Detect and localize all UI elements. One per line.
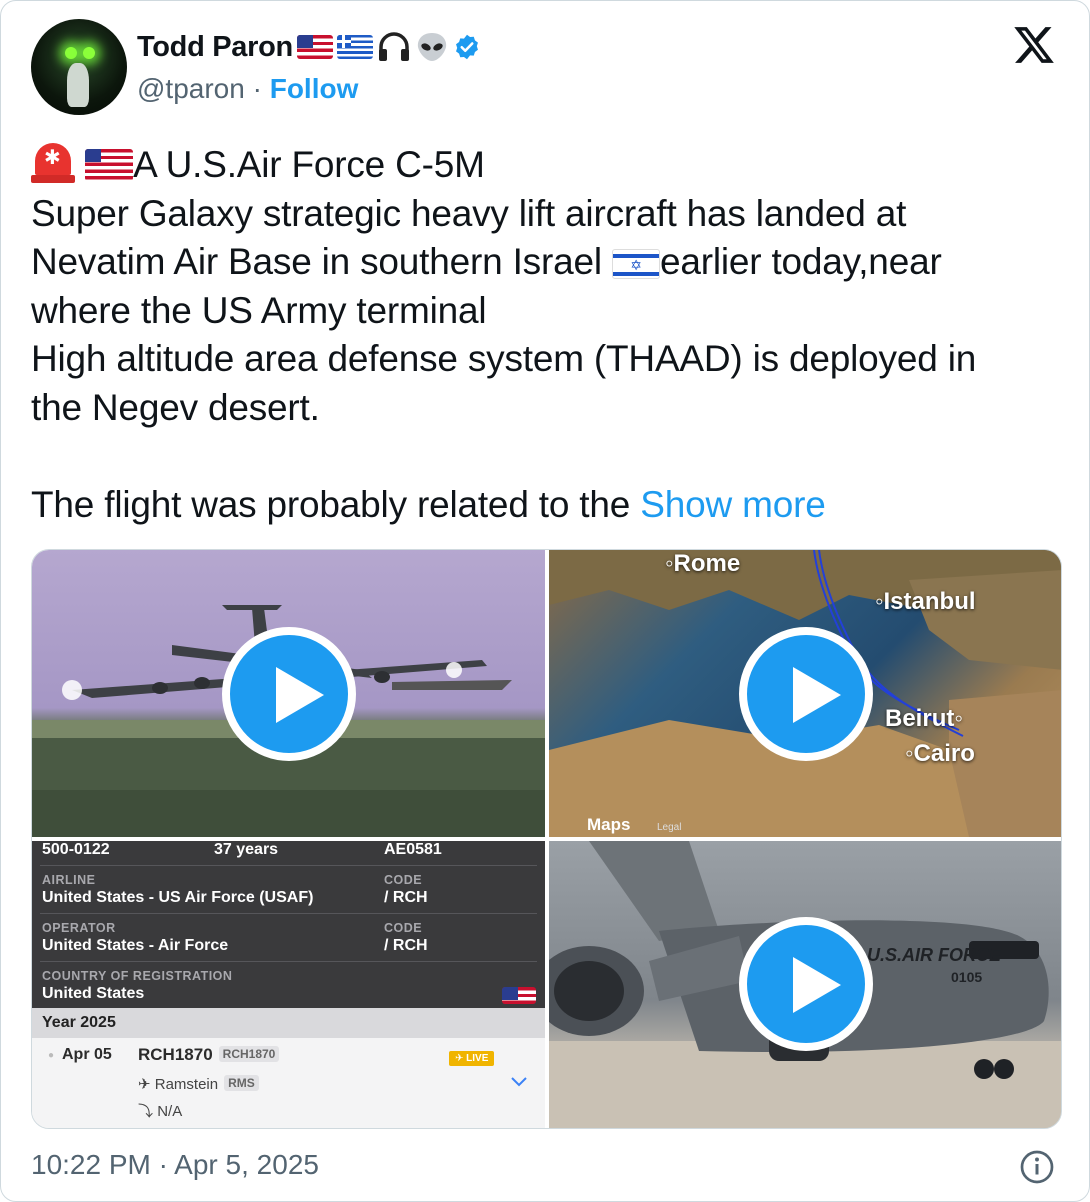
year-header: Year 2025 [32,1008,545,1038]
country-value: United States [42,985,145,1002]
avatar-figure [67,63,89,107]
operator-value: United States - Air Force [42,937,229,954]
destination-value: N/A [157,1103,183,1120]
tweet-timestamp[interactable]: 10:22 PM · Apr 5, 2025 [31,1149,319,1181]
map-label-beirut: Beirut◦ [885,705,963,732]
divider [40,865,537,866]
tweet-line-2: Super Galaxy strategic heavy lift aircra… [31,192,907,234]
takeoff-icon: ✈ [138,1076,151,1093]
country-label: COUNTRY OF REGISTRATION [42,969,233,983]
play-button[interactable] [222,627,356,761]
handle-row: @tparon · Follow [137,73,358,105]
registration-value: 500-0122 [42,841,110,858]
israel-flag-icon [611,249,660,280]
tweet-line-4: where the US Army terminal [31,289,487,331]
aircraft-details-panel: 500-0122 37 years AE0581 AIRLINE United … [32,841,545,1008]
flight-date: Apr 05 [62,1046,112,1063]
destination-row: ⤵ N/A [138,1100,182,1121]
airline-value: United States - US Air Force (USAF) [42,889,314,906]
aircraft-livery-text: U.S.AIR FORCE [867,945,1002,965]
map-label-istanbul: ◦Istanbul [875,588,976,615]
info-icon[interactable] [1019,1149,1055,1185]
siren-icon: ✱ [31,143,75,183]
avatar-eye-left [65,47,77,59]
tweet-line-3b: earlier today,near [659,241,942,282]
tweet-card: Todd Paron @tparon · Follow ✱ A U.S.Air … [0,0,1090,1202]
play-button[interactable] [739,627,873,761]
landing-icon: ⤵ [138,1103,154,1120]
video-c17-aircraft[interactable]: U.S.AIR FORCE 0105 [549,841,1061,1128]
origin-row: ✈ Ramstein RMS [138,1075,259,1093]
airline-label: AIRLINE [42,873,96,887]
map-label-cairo: ◦Cairo [905,740,975,767]
avatar-eye-right [83,47,95,59]
greece-flag-icon [336,35,373,59]
verified-badge-icon[interactable] [453,33,481,61]
tweet-line-6: the Negev desert. [31,386,320,428]
x-logo-icon[interactable] [1011,23,1057,67]
headphones-icon [378,32,409,61]
video-flight-map[interactable]: ◦Rome ◦Istanbul Beirut◦ ◦Cairo Maps Lega… [549,550,1061,837]
separator-dot: · [252,73,262,104]
show-more-link[interactable]: Show more [640,484,826,525]
origin-code: RMS [224,1075,259,1091]
avatar[interactable] [31,19,127,115]
maps-legal-link[interactable]: Legal [657,822,681,833]
author-name-row[interactable]: Todd Paron [137,29,481,65]
divider [40,913,537,914]
display-name[interactable]: Todd Paron [137,31,293,64]
alien-icon [417,33,447,61]
play-button[interactable] [739,917,873,1051]
flight-list-row: ● Apr 05 RCH1870 RCH1870 ✈ LIVE ✈ Ramstei… [32,1038,545,1128]
us-flag-icon [296,35,333,59]
flight-callsign: RCH1870 RCH1870 [138,1045,280,1065]
hex-code-value: AE0581 [384,841,442,858]
airline-code-value: / RCH [384,889,428,906]
us-flag-icon [502,987,536,1004]
airline-code-label: CODE [384,873,423,887]
apple-maps-brand: Maps [587,815,631,834]
callsign-chip: RCH1870 [218,1046,280,1062]
follow-button[interactable]: Follow [270,73,359,104]
divider [40,961,537,962]
operator-code-label: CODE [384,921,423,935]
operator-code-value: / RCH [384,937,428,954]
tweet-line-3a: Nevatim Air Base in southern Israel [31,241,602,282]
tweet-line-1: A U.S.Air Force C-5M [133,144,485,185]
us-flag-icon [85,149,134,181]
handle[interactable]: @tparon [137,73,245,104]
map-label-rome: ◦Rome [665,550,741,577]
tweet-line-5: High altitude area defense system (THAAD… [31,338,977,379]
aircraft-age-value: 37 years [214,841,279,858]
aircraft-tail-number: 0105 [951,969,983,985]
tweet-line-7: The flight was probably related to the [31,483,631,525]
media-grid: ◦Rome ◦Istanbul Beirut◦ ◦Cairo Maps Lega… [31,549,1062,1129]
live-badge: ✈ LIVE [449,1051,495,1066]
video-aircraft-landing[interactable] [32,550,545,837]
bullet-icon: ● [48,1050,55,1061]
tweet-text: ✱ A U.S.Air Force C-5M Super Galaxy stra… [31,141,1061,529]
image-flight-info[interactable]: 500-0122 37 years AE0581 AIRLINE United … [32,841,545,1128]
operator-label: OPERATOR [42,921,116,935]
origin-city: Ramstein [154,1076,219,1093]
chevron-down-icon[interactable] [510,1076,528,1088]
